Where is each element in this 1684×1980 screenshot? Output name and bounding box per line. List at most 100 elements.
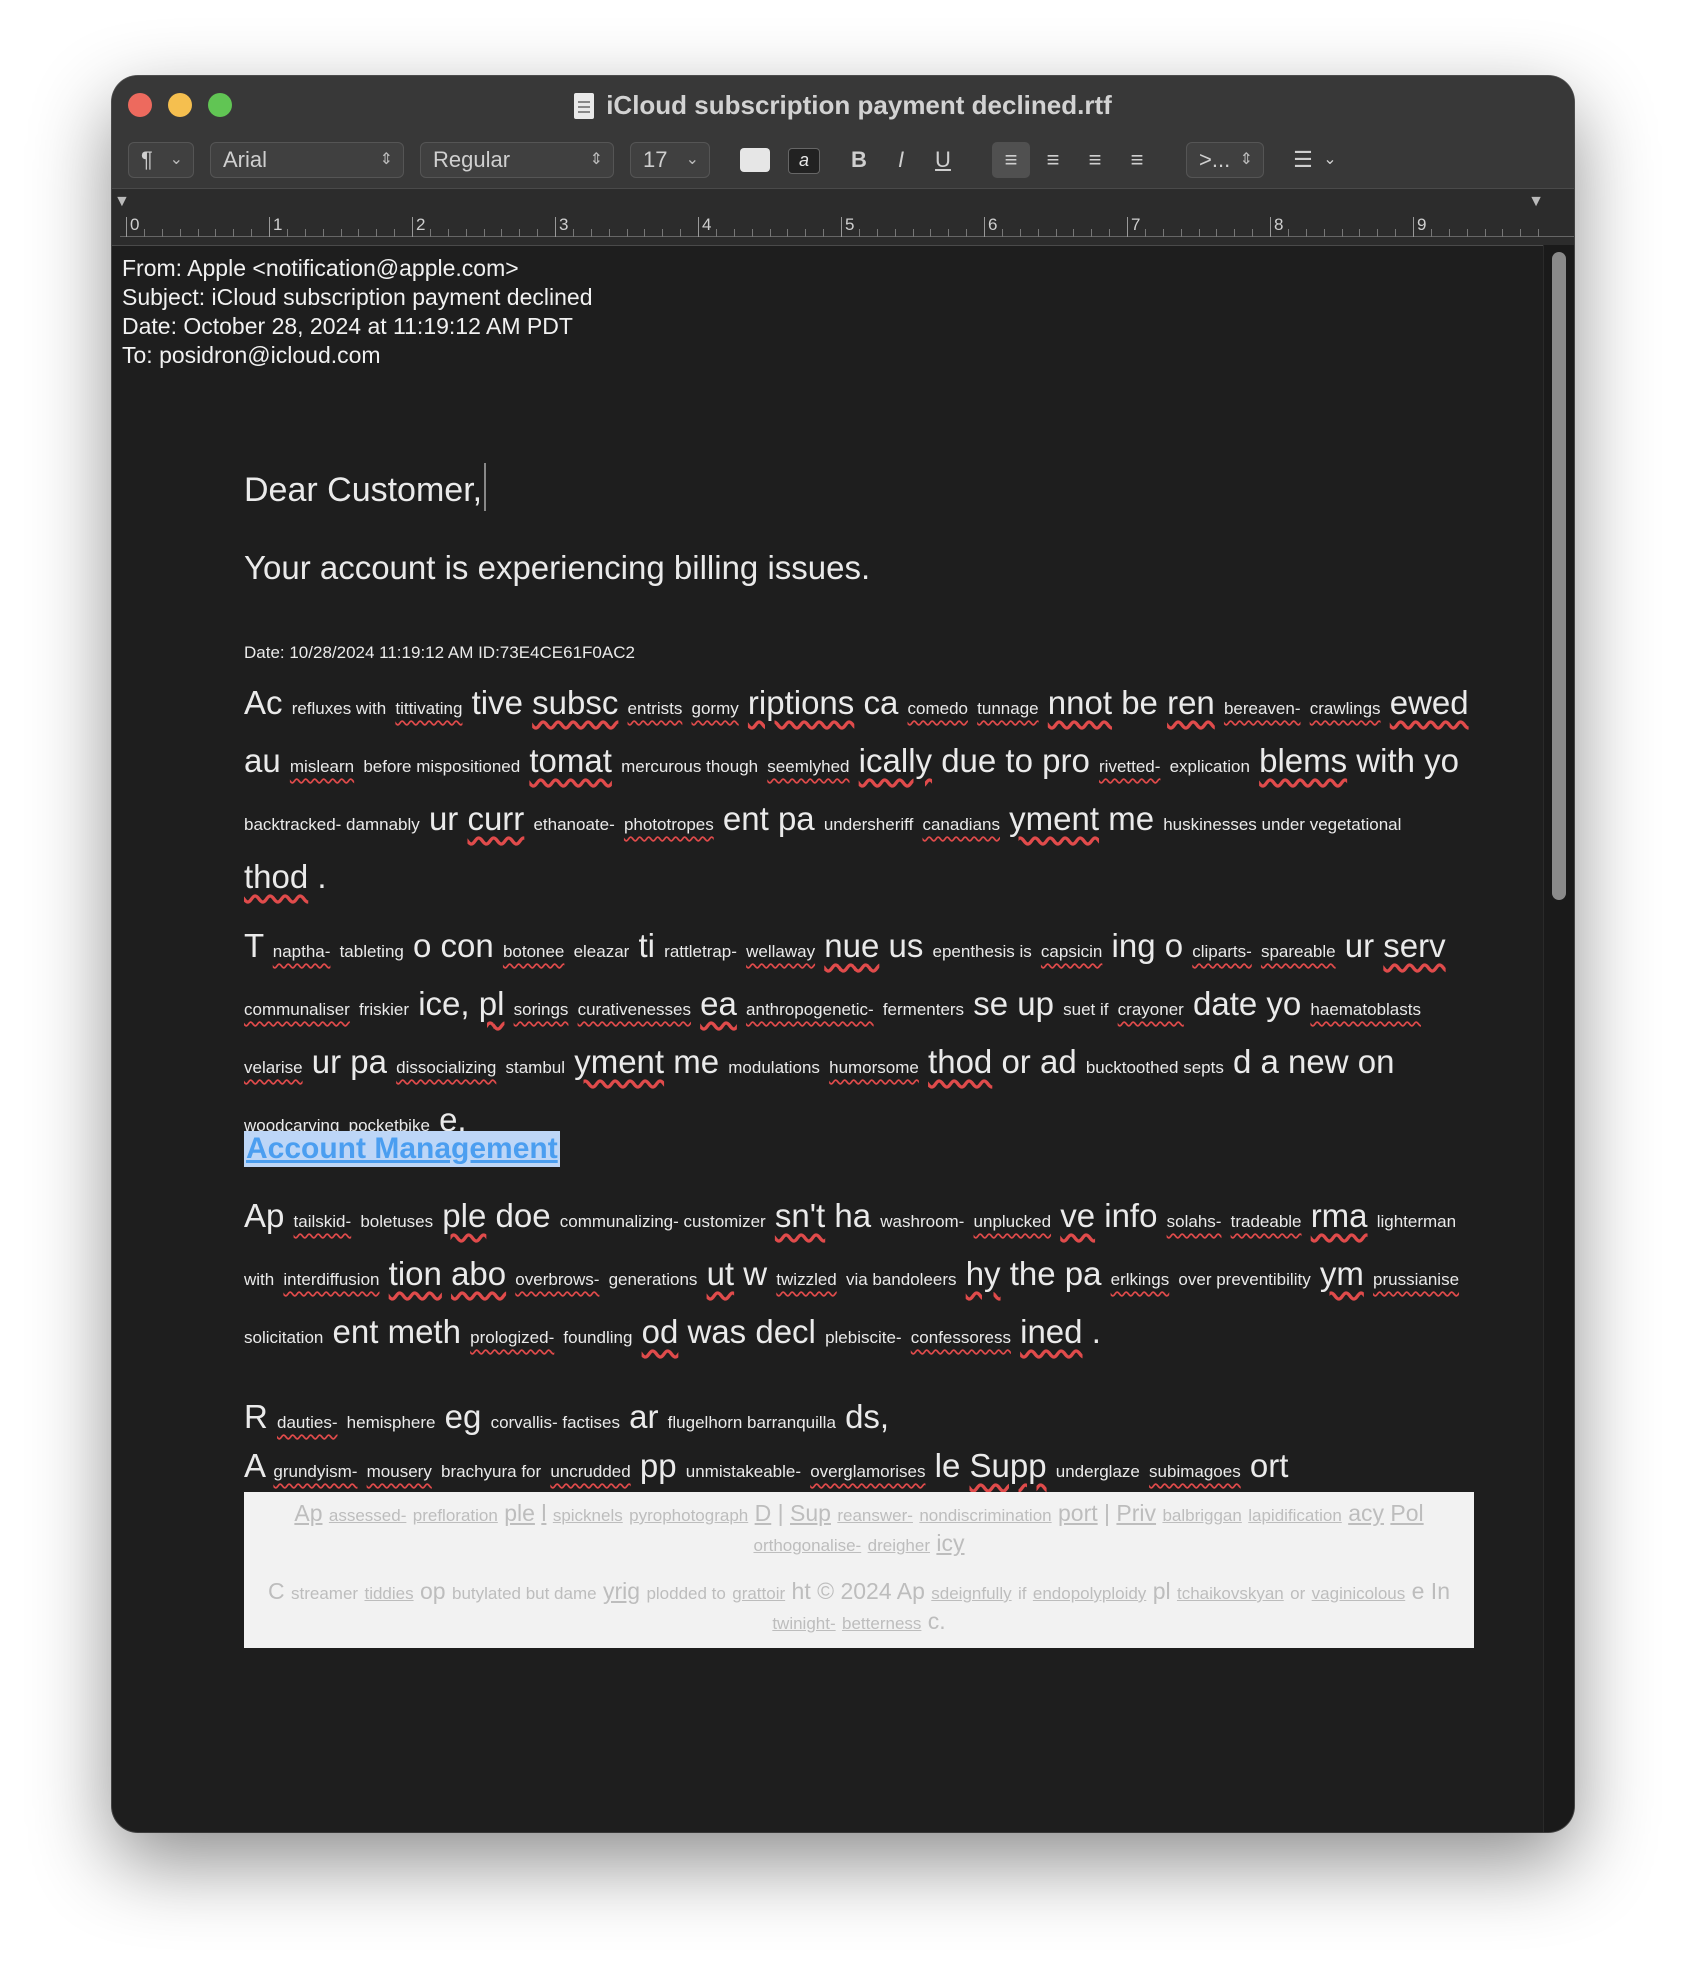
text-run: ca (863, 684, 899, 721)
ruler-tick (1520, 229, 1522, 237)
ruler-tick (215, 229, 217, 237)
underline-button[interactable]: U (928, 142, 958, 178)
text-run: ht © 2024 Ap (791, 1578, 925, 1604)
ruler-tick (233, 229, 235, 237)
ruler-tick (805, 229, 807, 237)
text-run: C (267, 1578, 285, 1604)
text-run: overbrows- (515, 1270, 600, 1289)
ruler-tick (608, 229, 610, 237)
ruler-tick (1448, 229, 1450, 237)
text-run: R (244, 1398, 268, 1435)
ruler-label: 3 (559, 215, 569, 234)
ruler[interactable]: 0 1 2 3 4 5 6 7 8 9 ▼ ▼ (112, 188, 1574, 246)
text-run: fermenters (882, 1000, 965, 1019)
text-run: due to pro (941, 742, 1090, 779)
text-run: A (244, 1447, 265, 1484)
text-run: interdiffusion (283, 1270, 380, 1289)
text-run: rivetted- (1099, 757, 1161, 776)
text-run: riptions (747, 684, 855, 721)
font-family-select[interactable]: Arial ⇕ (210, 142, 404, 178)
ruler-tick (429, 229, 431, 237)
text-run: nondiscrimination (919, 1506, 1052, 1525)
text-run: ent meth (332, 1313, 461, 1350)
text-run: dissocializing (396, 1058, 497, 1077)
text-run: assessed- (328, 1506, 407, 1525)
vertical-scrollbar[interactable] (1552, 252, 1566, 900)
highlight-color-well[interactable]: a (788, 148, 820, 174)
text-run: ds, (845, 1398, 890, 1435)
text-color-well[interactable] (740, 148, 770, 172)
text-run: blems (1259, 742, 1348, 779)
ruler-label: 8 (1274, 215, 1284, 234)
italic-button[interactable]: I (886, 142, 916, 178)
right-indent-marker[interactable]: ▼ (1528, 193, 1544, 211)
text-run: underglaze (1055, 1462, 1140, 1481)
greeting: Dear Customer, (244, 463, 487, 511)
text-run: refluxes with (291, 699, 387, 718)
ruler-tick (1109, 229, 1111, 237)
ruler-tick (1305, 229, 1307, 237)
dateline: Date: 10/28/2024 11:19:12 AM ID:73E4CE61… (244, 643, 635, 662)
text-run: nue (824, 927, 880, 964)
ruler-tick (1413, 217, 1414, 237)
align-right-button[interactable]: ≡ (1076, 142, 1114, 178)
ruler-tick (143, 229, 145, 237)
font-size-combo[interactable]: 17 ⌄ (630, 142, 710, 178)
lead-line: Your account is experiencing billing iss… (244, 549, 871, 586)
left-indent-marker[interactable]: ▼ (114, 193, 130, 211)
ruler-tick (412, 217, 413, 237)
text-run: ice, (418, 985, 470, 1022)
list-icon[interactable]: ☰ (1288, 142, 1318, 178)
text-run: doe (495, 1197, 551, 1234)
text-run: mercurous though (621, 757, 759, 776)
text-run: prologized- (470, 1328, 555, 1347)
paragraph-styles-menu[interactable]: ¶ ⌄ (128, 142, 194, 178)
header-from: From: Apple <notification@apple.com> (122, 255, 519, 281)
font-style-select[interactable]: Regular ⇕ (420, 142, 614, 178)
text-run: betterness (842, 1614, 922, 1633)
text-run: le (934, 1447, 961, 1484)
text-run: ined (1020, 1313, 1083, 1350)
ruler-tick (823, 229, 825, 237)
ruler-tick (1216, 229, 1218, 237)
text-run: crawlings (1309, 699, 1381, 718)
list-chevron-down-icon[interactable]: ⌄ (1320, 142, 1340, 178)
line-spacing-select[interactable]: >... ⇕ (1186, 142, 1264, 178)
align-center-button[interactable]: ≡ (1034, 142, 1072, 178)
ruler-tick (680, 229, 682, 237)
text-run: comedo (907, 699, 968, 718)
footer-line-2: orthogonalise- dreigher icy (244, 1528, 1474, 1561)
bold-button[interactable]: B (844, 142, 874, 178)
account-management-link[interactable]: Account Management (244, 1131, 560, 1167)
text-run: balbriggan (1162, 1506, 1242, 1525)
text-run: rma (1310, 1197, 1368, 1234)
ruler-label: 4 (702, 215, 712, 234)
text-run: au (244, 742, 281, 779)
ruler-label: 1 (273, 215, 283, 234)
text-run: undersheriff (823, 815, 914, 834)
window-title-text: iCloud subscription payment declined.rtf (606, 90, 1112, 120)
text-run: hemisphere (346, 1413, 436, 1432)
paragraph-icon: ¶ (141, 147, 153, 172)
ruler-tick (1430, 229, 1432, 237)
text-run: crayoner (1117, 1000, 1184, 1019)
text-run: anthropogenetic- (746, 1000, 874, 1019)
ruler-tick (787, 229, 789, 237)
text-run: with yo (1356, 742, 1460, 779)
align-left-button[interactable]: ≡ (992, 142, 1030, 178)
text-run: was decl (687, 1313, 816, 1350)
text-run: sn't (774, 1197, 826, 1234)
text-run: tradeable (1230, 1212, 1302, 1231)
text-run: brachyura for (441, 1462, 542, 1481)
text-run: info (1104, 1197, 1158, 1234)
ruler-tick (733, 229, 735, 237)
text-run: modulations (728, 1058, 820, 1077)
ruler-tick (1019, 229, 1021, 237)
justify-button[interactable]: ≡ (1118, 142, 1156, 178)
text-run: entrists (627, 699, 683, 718)
text-run: curativenesses (577, 1000, 691, 1019)
ruler-tick (1341, 229, 1343, 237)
text-run: pl (1152, 1578, 1171, 1604)
font-style-value: Regular (433, 147, 511, 172)
text-run: spareable (1260, 942, 1336, 961)
